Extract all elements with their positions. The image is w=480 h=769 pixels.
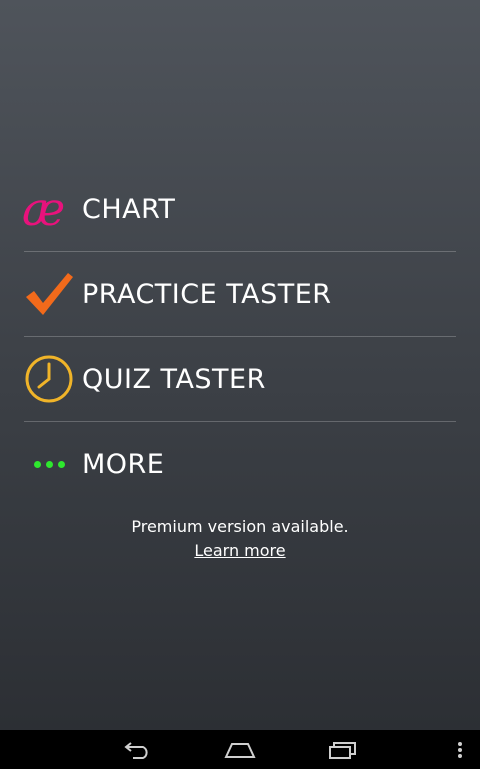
recent-apps-icon[interactable] xyxy=(313,730,373,769)
clock-icon xyxy=(24,352,78,406)
menu-item-label: MORE xyxy=(82,448,165,480)
back-icon[interactable] xyxy=(108,730,168,769)
menu-item-label: QUIZ TASTER xyxy=(82,363,266,395)
home-icon[interactable] xyxy=(210,730,270,769)
menu-item-chart[interactable]: æ CHART xyxy=(22,167,456,252)
premium-message: Premium version available. xyxy=(131,517,349,536)
main-screen: æ CHART PRACTICE TASTER QUIZ TASTER MORE… xyxy=(0,0,480,730)
menu-item-label: CHART xyxy=(82,193,176,225)
system-navigation-bar xyxy=(0,730,480,769)
more-dots-icon xyxy=(24,437,78,491)
overflow-menu-icon[interactable] xyxy=(430,730,480,769)
learn-more-container: Learn more xyxy=(0,541,480,560)
ae-ligature-icon: æ xyxy=(22,182,66,236)
menu-item-more[interactable]: MORE xyxy=(24,422,456,506)
menu-item-quiz-taster[interactable]: QUIZ TASTER xyxy=(24,337,456,422)
menu-item-practice-taster[interactable]: PRACTICE TASTER xyxy=(24,252,456,337)
main-menu: æ CHART PRACTICE TASTER QUIZ TASTER MORE xyxy=(22,167,456,506)
learn-more-link[interactable]: Learn more xyxy=(194,541,285,560)
menu-item-label: PRACTICE TASTER xyxy=(82,278,332,310)
checkmark-icon xyxy=(24,267,78,321)
